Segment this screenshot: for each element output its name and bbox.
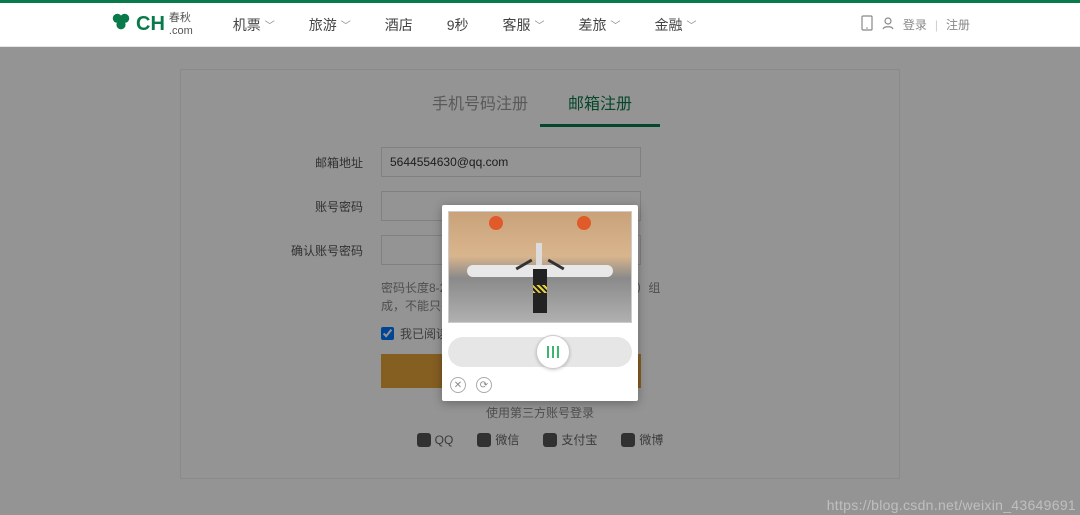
- captcha-image: [448, 211, 632, 323]
- phone-icon[interactable]: [861, 15, 873, 34]
- paddle-right-icon: [577, 216, 591, 230]
- register-link[interactable]: 注册: [946, 16, 970, 33]
- captcha-slider-thumb[interactable]: [536, 335, 570, 369]
- chevron-down-icon: ﹀: [265, 17, 275, 32]
- nav-items: 机票﹀ 旅游﹀ 酒店 9秒 客服﹀ 差旅﹀ 金融﹀: [233, 15, 697, 35]
- nav-item-9sec[interactable]: 9秒: [447, 15, 469, 35]
- nav-right: 登录 | 注册: [861, 15, 970, 34]
- paddle-left-icon: [489, 216, 503, 230]
- brand-domain: .com: [169, 25, 193, 37]
- main-nav: CH 春秋 .com 机票﹀ 旅游﹀ 酒店 9秒 客服﹀ 差旅﹀ 金融﹀ 登录 …: [0, 3, 1080, 47]
- nav-item-service[interactable]: 客服﹀: [503, 15, 545, 35]
- chevron-down-icon: ﹀: [535, 17, 545, 32]
- login-link[interactable]: 登录: [903, 16, 927, 33]
- chevron-down-icon: ﹀: [611, 17, 621, 32]
- captcha-refresh-button[interactable]: ⟳: [476, 377, 492, 393]
- brand-cn: 春秋: [169, 12, 193, 24]
- nav-item-travel[interactable]: 旅游﹀: [309, 15, 351, 35]
- brand-logo[interactable]: CH 春秋 .com: [110, 11, 193, 39]
- captcha-slider-track[interactable]: [448, 337, 632, 367]
- nav-item-hotel[interactable]: 酒店: [385, 15, 413, 35]
- chevron-down-icon: ﹀: [687, 17, 697, 32]
- clover-icon: [110, 11, 132, 39]
- nav-item-business[interactable]: 差旅﹀: [579, 15, 621, 35]
- chevron-down-icon: ﹀: [341, 17, 351, 32]
- watermark-text: https://blog.csdn.net/weixin_43649691: [827, 497, 1076, 513]
- plane-tail-shape: [536, 243, 542, 267]
- user-icon[interactable]: [881, 16, 895, 33]
- captcha-close-button[interactable]: ✕: [450, 377, 466, 393]
- nav-item-finance[interactable]: 金融﹀: [655, 15, 697, 35]
- brand-main: CH: [136, 13, 165, 36]
- safety-vest: [533, 285, 547, 293]
- captcha-controls: ✕ ⟳: [450, 377, 630, 393]
- page-body: 手机号码注册 邮箱注册 邮箱地址 账号密码 确认账号密码 密码长度8-20位，必…: [0, 47, 1080, 515]
- nav-item-flights[interactable]: 机票﹀: [233, 15, 275, 35]
- slider-captcha-dialog: ✕ ⟳: [442, 205, 638, 401]
